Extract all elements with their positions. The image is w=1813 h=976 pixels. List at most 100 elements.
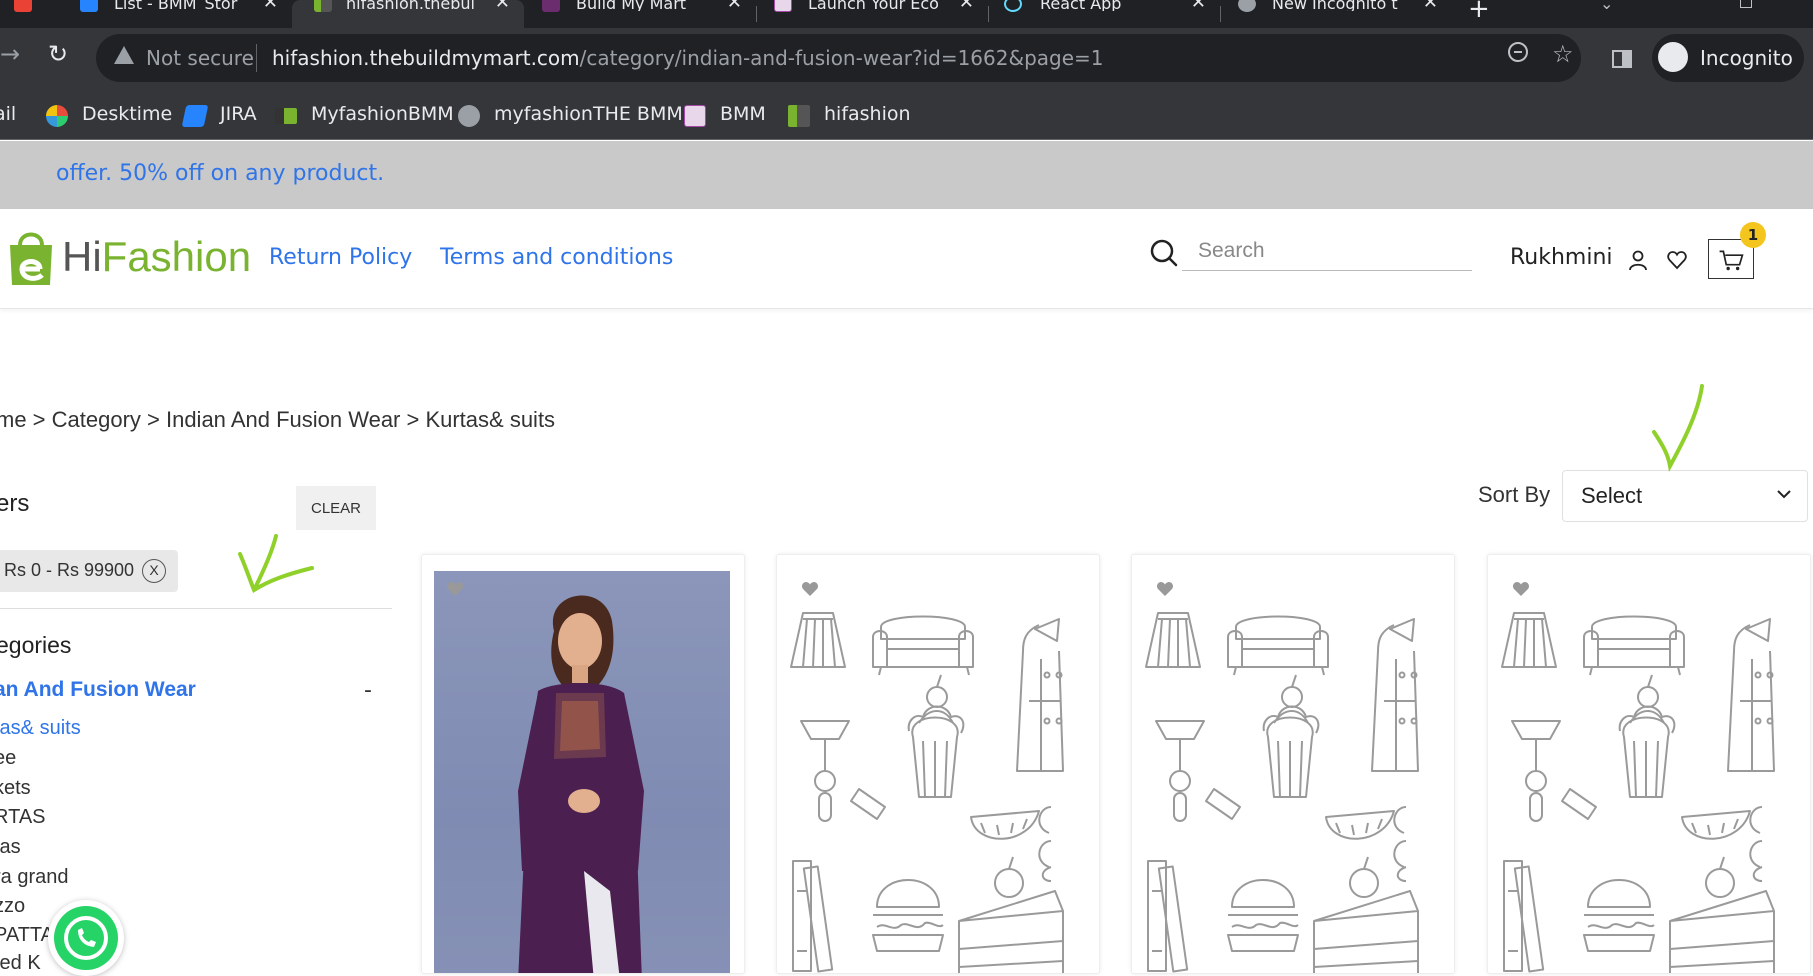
jira-icon	[80, 0, 98, 12]
product-card[interactable]	[1487, 554, 1811, 974]
sort-selected-value: Select	[1581, 483, 1643, 508]
placeholder-image[interactable]	[1500, 571, 1796, 973]
bookmark-label: Desktime	[82, 103, 173, 125]
shopping-bag-logo-icon[interactable]	[6, 225, 56, 289]
categories-title: egories	[0, 632, 72, 658]
tab-search-chevron-icon[interactable]: ⌄	[1600, 0, 1613, 13]
close-icon[interactable]: ✕	[1191, 0, 1206, 12]
tab-jira-list[interactable]: List - BMM_Stor ✕	[52, 0, 292, 28]
nav-return-policy[interactable]: Return Policy	[269, 245, 412, 270]
bmm-icon	[774, 0, 792, 12]
url-path: /category/indian-and-fusion-wear?id=1662…	[579, 46, 1104, 70]
side-panel-icon[interactable]	[1612, 50, 1632, 68]
collapse-category-toggle[interactable]: -	[364, 678, 372, 703]
site-logo[interactable]: HiFashion	[62, 233, 251, 281]
tab-label: React App	[1040, 0, 1122, 11]
wishlist-heart-icon[interactable]	[1512, 581, 1530, 597]
tab-build-my-mart[interactable]: Build My Mart ✕	[524, 0, 756, 28]
bmm-icon	[684, 105, 706, 127]
tab-label: Launch Your Eco	[808, 0, 938, 11]
incognito-profile-button[interactable]: Incognito	[1652, 34, 1804, 82]
tab-launch-your-eco[interactable]: Launch Your Eco ✕	[756, 0, 988, 28]
close-icon[interactable]: ✕	[495, 0, 510, 12]
wishlist-heart-icon[interactable]	[446, 581, 464, 597]
tab-label: hifashion.thebuil	[346, 0, 476, 11]
tab-label: Build My Mart	[576, 0, 687, 11]
tab-label: New Incognito t	[1272, 0, 1398, 11]
user-icon[interactable]	[1627, 249, 1649, 271]
bmm-icon	[542, 0, 560, 12]
address-bar[interactable]: Not secure hifashion.thebuildmymart.com/…	[96, 34, 1581, 82]
bookmark-label: BMM	[720, 103, 766, 125]
tab-react-app[interactable]: React App ✕	[988, 0, 1220, 28]
site-header: HiFashion Return Policy Terms and condit…	[0, 209, 1813, 309]
gmail-icon	[14, 0, 32, 12]
clear-filters-button[interactable]: CLEAR	[296, 486, 376, 530]
globe-icon	[458, 105, 480, 127]
breadcrumb[interactable]: me > Category > Indian And Fusion Wear >…	[0, 407, 555, 433]
placeholder-image[interactable]	[1144, 571, 1440, 973]
sort-select[interactable]: Select	[1562, 470, 1808, 522]
kurta-photo[interactable]	[434, 571, 730, 973]
forward-arrow-icon[interactable]: →	[0, 40, 20, 68]
close-icon[interactable]: ✕	[1423, 0, 1438, 12]
price-filter-chip: Rs 0 - Rs 99900 X	[0, 550, 178, 592]
nav-terms-and-conditions[interactable]: Terms and conditions	[440, 245, 673, 270]
bookmark-label: MyfashionBMM	[311, 103, 454, 125]
search-input[interactable]	[1182, 231, 1472, 271]
tab-new-incognito[interactable]: New Incognito t ✕	[1220, 0, 1452, 28]
subcategory-item[interactable]: zzo	[0, 895, 25, 918]
price-chip-label: Rs 0 - Rs 99900	[4, 560, 135, 580]
product-card[interactable]	[421, 554, 745, 974]
myfashion-icon	[275, 108, 297, 124]
hifashion-icon	[314, 0, 332, 12]
placeholder-doodle	[790, 612, 1064, 973]
placeholder-image[interactable]	[789, 571, 1085, 973]
url-text[interactable]: hifashion.thebuildmymart.com/category/in…	[272, 46, 1104, 70]
restore-window-icon[interactable]	[1740, 0, 1752, 8]
subcategory-item[interactable]: kets	[0, 777, 31, 800]
product-card[interactable]	[776, 554, 1100, 974]
wishlist-heart-icon[interactable]	[1156, 581, 1174, 597]
incognito-icon	[1658, 42, 1688, 72]
kurta-model-figure	[518, 595, 644, 973]
desktime-icon	[46, 105, 68, 127]
bookmark-label: myfashionTHE BMM	[494, 103, 683, 125]
subcategory-item[interactable]: tas	[0, 836, 21, 859]
browser-tab-bar: List - BMM_Stor ✕ hifashion.thebuil ✕ Bu…	[0, 0, 1813, 28]
subcategory-item[interactable]: ee	[0, 747, 16, 770]
bookmark-label: ail	[0, 103, 17, 125]
subcategory-item[interactable]: ra grand	[0, 866, 69, 889]
wishlist-heart-icon[interactable]	[801, 581, 819, 597]
search-icon[interactable]	[1150, 239, 1178, 267]
logo-fashion: Fashion	[101, 233, 252, 280]
subcategory-item[interactable]: RTAS	[0, 806, 46, 829]
filters-title: ers	[0, 490, 30, 517]
subcategory-item[interactable]: PATTA	[0, 924, 54, 947]
wishlist-heart-icon[interactable]	[1666, 249, 1688, 271]
close-icon[interactable]: ✕	[727, 0, 742, 12]
logo-hi: Hi	[62, 233, 102, 280]
reload-icon[interactable]: ↻	[48, 40, 68, 68]
security-label[interactable]: Not secure	[146, 46, 254, 70]
remove-filter-icon[interactable]: X	[142, 559, 166, 583]
url-host: hifashion.thebuildmymart.com	[272, 46, 580, 70]
filter-divider	[0, 608, 392, 609]
tab-hifashion[interactable]: hifashion.thebuil ✕	[292, 0, 524, 28]
category-indian-and-fusion-wear[interactable]: an And Fusion Wear	[0, 678, 196, 702]
offer-text: offer. 50% off on any product.	[56, 161, 385, 186]
username-label[interactable]: Rukhmini	[1510, 245, 1613, 270]
new-tab-button[interactable]: +	[1468, 0, 1490, 24]
incognito-label: Incognito	[1700, 46, 1793, 70]
product-card[interactable]	[1131, 554, 1455, 974]
whatsapp-icon	[54, 906, 118, 970]
close-icon[interactable]: ✕	[263, 0, 278, 12]
bookmark-star-icon[interactable]: ☆	[1552, 42, 1574, 66]
whatsapp-chat-button[interactable]	[48, 900, 124, 976]
zoom-out-icon[interactable]	[1508, 42, 1528, 62]
jira-icon	[181, 105, 209, 127]
annotation-checkmark-icon	[1652, 384, 1704, 473]
close-icon[interactable]: ✕	[959, 0, 974, 12]
subcategory-kurtas-suits[interactable]: tas& suits	[0, 717, 81, 740]
tab-gmail[interactable]	[0, 0, 34, 28]
